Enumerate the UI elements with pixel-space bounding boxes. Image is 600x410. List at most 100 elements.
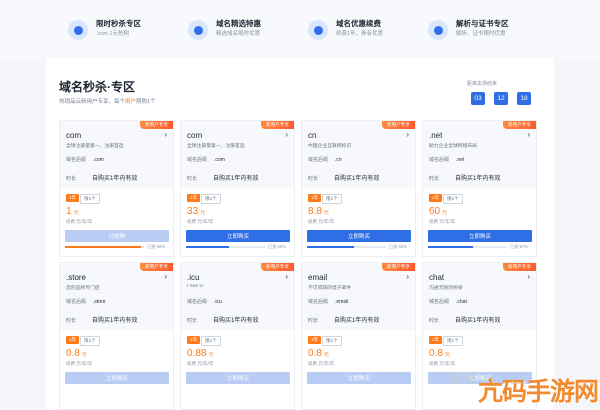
chevron-right-icon[interactable]: › [164, 272, 167, 281]
option-limit[interactable]: 限1个 [443, 336, 463, 346]
option-limit[interactable]: 限1个 [201, 336, 221, 346]
suffix-row: 域名后缀 .email [308, 298, 348, 305]
chevron-right-icon[interactable]: › [285, 272, 288, 281]
duration-row: 时长 自购买1年内有效 [66, 173, 137, 182]
promo-title: 限时秒杀专区 [96, 19, 141, 28]
duration-value: 自购买1年内有效 [213, 176, 259, 182]
domain-card[interactable]: 新用户专享 email › 不可或缺的电子邮件 域名后缀 .email 时长 自购买1年内有效… [301, 262, 416, 410]
option-limit[interactable]: 限1个 [201, 194, 221, 204]
option-1year[interactable]: 1年 [308, 336, 322, 344]
countdown-hours: 03 [471, 92, 485, 105]
domain-card[interactable]: 新用户专享 .icu › I See U 域名后缀 .icu 时长 自购买1年内有效 1年 限1个… [180, 262, 295, 410]
chevron-right-icon[interactable]: › [406, 130, 409, 139]
globe-icon [188, 20, 208, 40]
chevron-right-icon[interactable]: › [164, 130, 167, 139]
duration-row: 时长 自购买1年内有效 [308, 315, 379, 324]
buy-button[interactable]: 立即购买 [307, 230, 411, 242]
promo-card-selected[interactable]: 域名精选特惠 精选域名限时优惠 [188, 18, 261, 52]
new-user-tag: 新用户专享 [503, 263, 536, 271]
option-limit[interactable]: 限1个 [322, 336, 342, 346]
buy-button[interactable]: 立即购买 [307, 372, 411, 384]
duration-label: 时长 [429, 318, 440, 324]
price: 33 元 [187, 206, 205, 217]
duration-label: 时长 [308, 176, 319, 182]
buy-button[interactable]: 已抢购 [65, 230, 169, 242]
price-value: 0.8 [66, 348, 80, 359]
promo-card-renewal[interactable]: 域名优惠续费 续费1年，券有优惠 [308, 18, 383, 52]
suffix-value: .chat [456, 299, 467, 305]
price: 0.88 元 [187, 348, 213, 359]
domain-card[interactable]: 新用户专享 .net › 助力企业全球网络布局 域名后缀 .net 时长 自购买1年内有效 1年… [422, 120, 537, 257]
option-limit[interactable]: 限1个 [322, 194, 342, 204]
buy-button[interactable]: 立即购买 [65, 372, 169, 384]
suffix-value: .com [93, 157, 104, 163]
option-1year[interactable]: 1年 [187, 194, 201, 202]
chevron-right-icon[interactable]: › [285, 130, 288, 139]
duration-row: 时长 自购买1年内有效 [429, 173, 500, 182]
buy-button[interactable]: 立即购买 [186, 230, 290, 242]
option-1year[interactable]: 1年 [187, 336, 201, 344]
domain-name: .store [66, 273, 87, 282]
domain-name: .net [429, 131, 443, 140]
duration-row: 时长 自购买1年内有效 [187, 173, 258, 182]
buy-button[interactable]: 立即购买 [186, 372, 290, 384]
domain-description: I See U [187, 284, 203, 289]
option-1year[interactable]: 1年 [429, 194, 443, 202]
domain-name: cn [308, 131, 317, 140]
countdown-label: 距离本场结束 [467, 81, 498, 87]
price-unit: 元 [208, 352, 214, 358]
renewal-note: 续费 元/年/年 [429, 219, 456, 224]
option-1year[interactable]: 1年 [66, 336, 80, 344]
promo-subtitle: .com 1元抢购 [96, 31, 130, 37]
domain-name: com [66, 131, 82, 140]
option-1year[interactable]: 1年 [429, 336, 443, 344]
chevron-right-icon[interactable]: › [406, 272, 409, 281]
domain-description: 全球注册量第一，注册首选 [66, 144, 124, 149]
promo-title: 解析与证书专区 [456, 19, 509, 28]
suffix-row: 域名后缀 .chat [429, 298, 467, 305]
chevron-right-icon[interactable]: › [527, 272, 530, 281]
promo-strip: 限时秒杀专区 .com 1元抢购 域名精选特惠 精选域名限时优惠 域名优惠续费 … [0, 0, 600, 58]
renewal-note: 续费 元/年/年 [187, 219, 214, 224]
domain-description: 中国企业互联网标识 [308, 144, 352, 149]
subtitle-text: 热销品云新用户专享，每个 [59, 99, 126, 105]
domain-card[interactable]: 新用户专享 com › 全球注册量第一，注册首选 域名后缀 .com 时长 自购买1年内有效 1… [180, 120, 295, 257]
duration-value: 自购买1年内有效 [213, 318, 259, 324]
domain-card[interactable]: 新用户专享 cn › 中国企业互联网标识 域名后缀 .cn 时长 自购买1年内有效 1年 限1个 8… [301, 120, 416, 257]
suffix-label: 域名后缀 [187, 157, 208, 163]
domain-card[interactable]: 新用户专享 com › 全球注册量第一，注册首选 域名后缀 .com 时长 自购买1年内有效 1… [59, 120, 174, 257]
price-unit: 元 [444, 352, 450, 358]
domain-name: chat [429, 273, 445, 282]
price-unit: 元 [323, 210, 329, 216]
promo-subtitle: 精选域名限时优惠 [216, 31, 261, 37]
renewal-note: 续费 元/年/年 [66, 361, 93, 366]
option-limit[interactable]: 限1个 [80, 336, 100, 346]
price: 1元 [66, 206, 79, 217]
countdown-minutes: 12 [494, 92, 508, 105]
duration-label: 时长 [66, 318, 77, 324]
progress-bar [307, 246, 386, 248]
new-user-tag: 新用户专享 [261, 263, 294, 271]
option-limit[interactable]: 限1个 [80, 194, 100, 204]
renewal-note: 续费 元/年/年 [66, 219, 93, 224]
option-1year[interactable]: 1年 [308, 194, 322, 202]
progress-bar [186, 246, 265, 248]
duration-label: 时长 [187, 176, 198, 182]
price-unit: 元 [323, 352, 329, 358]
promo-title: 域名精选特惠 [216, 19, 261, 28]
chevron-right-icon[interactable]: › [527, 130, 530, 139]
buy-button[interactable]: 立即购买 [428, 230, 532, 242]
option-1year[interactable]: 1年 [66, 194, 80, 202]
option-limit[interactable]: 限1个 [443, 194, 463, 204]
promo-card-dns-ssl[interactable]: 解析与证书专区 解析、证书限时优惠 [428, 18, 509, 52]
price: 0.8 元 [308, 348, 329, 359]
suffix-row: 域名后缀 .cn [308, 156, 342, 163]
domain-card[interactable]: 新用户专享 .store › 您的品牌专门店 域名后缀 .store 时长 自购买1年内有效 1… [59, 262, 174, 410]
suffix-row: 域名后缀 .icu [187, 298, 222, 305]
promo-card-flash-sale[interactable]: 限时秒杀专区 .com 1元抢购 [68, 18, 141, 52]
price-value: 0.88 [187, 348, 207, 359]
duration-label: 时长 [66, 176, 77, 182]
brand-watermark: 亢码手游网 [478, 377, 599, 406]
duration-value: 自购买1年内有效 [334, 318, 380, 324]
progress-text: 已抢 55% [268, 244, 286, 249]
